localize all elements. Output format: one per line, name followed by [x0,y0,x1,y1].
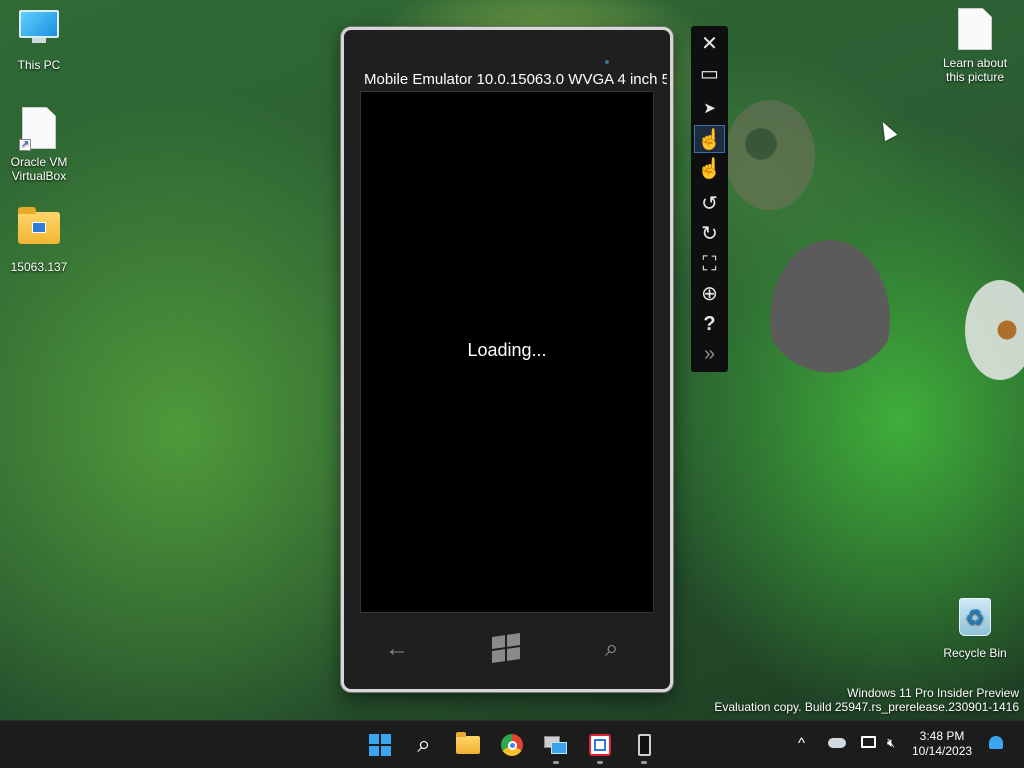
close-icon[interactable]: ✕ [694,30,725,58]
fit-to-screen-icon[interactable]: ⛶ [694,250,725,278]
multi-touch-icon[interactable]: ☝ [694,155,725,183]
emulator-taskbar-button[interactable] [628,729,660,764]
emulator-screen[interactable]: Loading... [360,91,654,613]
emulator-window[interactable]: Mobile Emulator 10.0.15063.0 WVGA 4 inch… [341,27,673,692]
phone-icon [637,734,651,756]
windows-icon [369,734,391,756]
rotate-right-icon[interactable]: ↻ [694,220,725,248]
recycle-bin-icon: ♻ [953,598,997,642]
running-indicator [641,761,647,764]
taskbar: ⌕ ^ 🔇︎ 3:48 PM 10/14/2023 [0,720,1024,768]
evaluation-watermark: Windows 11 Pro Insider Preview Evaluatio… [714,686,1019,714]
windows-start-icon[interactable] [492,633,520,663]
desktop-icon-virtualbox[interactable]: ↗ Oracle VM VirtualBox [1,107,77,183]
start-button[interactable] [364,729,396,761]
desktop-icon-label: Learn about this picture [942,56,1008,84]
network-icon[interactable] [861,735,876,748]
chrome-icon [501,734,523,756]
desktop-icon-label: This PC [17,58,61,72]
task-view-app-button[interactable] [540,729,572,764]
tools-icon[interactable]: » [694,340,725,368]
wallpaper-parrot-head-left [725,100,815,210]
snip-icon [589,734,611,756]
zoom-icon[interactable]: ⊕ [694,280,725,308]
emulator-toolbar: ✕ ▭ ➤ ☝ ☝ ↺ ↻ ⛶ ⊕ ? » [691,26,728,372]
single-touch-icon[interactable]: ☝ [694,125,725,153]
back-icon[interactable]: ← [385,635,409,663]
emulator-title: Mobile Emulator 10.0.15063.0 WVGA 4 inch… [364,71,667,88]
search-button[interactable]: ⌕ [408,729,440,761]
loading-text: Loading... [467,340,547,360]
onedrive-icon[interactable] [828,735,846,748]
tray-overflow-chevron-icon[interactable]: ^ [798,735,805,752]
rotate-left-icon[interactable]: ↺ [694,190,725,218]
desktop-icon-label: Recycle Bin [943,646,1007,660]
running-indicator [553,761,559,764]
volume-muted-icon[interactable]: 🔇︎ [887,735,895,751]
desktop-icon-label: 15063.137 [10,260,68,274]
document-shortcut-icon: ↗ [17,107,61,151]
desktop-icon-recycle-bin[interactable]: ♻ Recycle Bin [937,598,1013,660]
file-explorer-button[interactable] [452,729,484,761]
pointer-icon[interactable]: ➤ [694,95,725,123]
chrome-button[interactable] [496,729,528,761]
clock-date: 10/14/2023 [912,744,973,758]
watermark-line-2: Evaluation copy. Build 25947.rs_prerelea… [714,700,1019,714]
search-icon: ⌕ [417,731,431,758]
search-icon[interactable]: ⌕ [605,635,618,663]
wallpaper-parrot-beak [770,240,890,400]
folder-icon [456,732,480,754]
desktop-icon-label: Oracle VM VirtualBox [10,155,68,183]
desktop-icon-learn-about-picture[interactable]: Learn about this picture [937,8,1013,84]
document-icon [953,8,997,52]
taskbar-clock[interactable]: 3:48 PM 10/14/2023 [912,729,972,759]
watermark-line-1: Windows 11 Pro Insider Preview [847,686,1019,700]
folder-icon [17,207,61,256]
desktop-icon-this-pc[interactable]: This PC [1,10,77,72]
camera-icon [605,60,609,64]
mouse-cursor-icon [876,118,898,142]
running-indicator [597,761,603,764]
snipping-tool-button[interactable] [584,729,616,764]
monitor-icon [17,10,61,54]
windows-stack-icon [544,736,568,754]
help-icon[interactable]: ? [694,310,725,338]
notification-bell-icon[interactable] [989,736,1003,749]
wallpaper-parrot-eye-ring [965,280,1024,380]
clock-time: 3:48 PM [919,729,965,743]
minimize-icon[interactable]: ▭ [694,60,725,88]
desktop-icon-folder-15063[interactable]: 15063.137 [1,206,77,274]
